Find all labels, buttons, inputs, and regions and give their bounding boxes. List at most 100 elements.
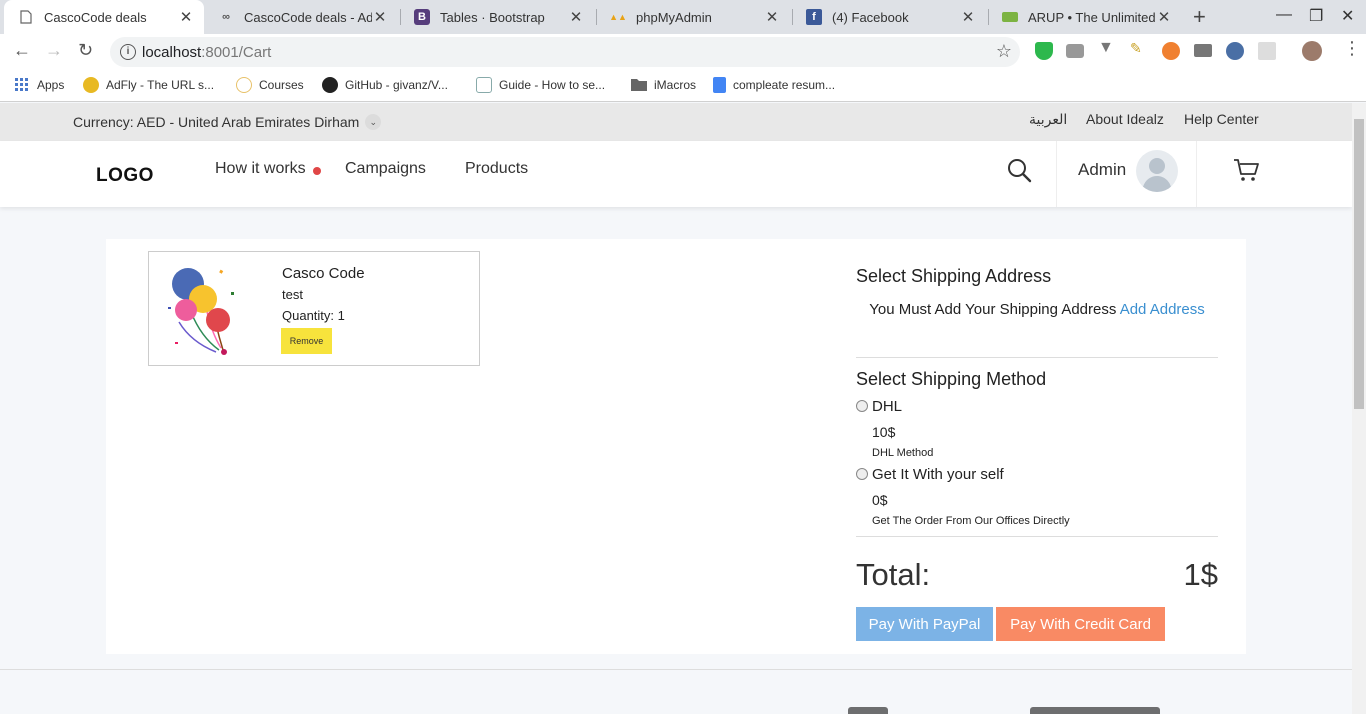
google-docs-icon [713, 77, 726, 93]
profile-avatar[interactable] [1302, 41, 1322, 61]
bookmark-guide[interactable]: Guide - How to se... [476, 77, 605, 93]
vue-extension-icon[interactable]: ▼ [1098, 39, 1116, 57]
option-price: 0$ [872, 492, 888, 508]
shield-extension-icon[interactable] [1035, 42, 1053, 60]
dhl-radio[interactable] [856, 400, 868, 412]
back-icon[interactable]: ← [13, 40, 31, 61]
footer-heading-fragment [1030, 707, 1160, 714]
address-bar[interactable]: i localhost:8001/Cart ☆ [110, 37, 1020, 67]
bookmark-star-icon[interactable]: ☆ [996, 41, 1012, 62]
orange-extension-icon[interactable] [1162, 42, 1180, 60]
remove-button[interactable]: Remove [281, 328, 332, 354]
browser-tab-phpmyadmin[interactable]: ▲▲ phpMyAdmin ✕ [596, 0, 790, 34]
camera-extension-icon[interactable] [1066, 44, 1084, 58]
pay-paypal-button[interactable]: Pay With PayPal [856, 607, 993, 641]
url-host: localhost [142, 44, 202, 61]
footer-heading-fragment [848, 707, 888, 714]
binary-extension-icon[interactable] [1258, 42, 1276, 60]
browser-tabstrip: CascoCode deals ✕ ∞ CascoCode deals - Ad… [0, 0, 1366, 34]
item-name[interactable]: Casco Code [282, 265, 365, 282]
balloons-image [161, 262, 241, 357]
shipping-option-pickup[interactable]: Get It With your self 0$ Get The Order F… [856, 466, 1218, 527]
bookmark-adfly[interactable]: AdFly - The URL s... [83, 77, 214, 93]
close-tab-icon[interactable]: ✕ [764, 8, 780, 26]
folder-icon [631, 77, 647, 93]
option-name: Get It With your self [872, 466, 1004, 483]
apps-grid-icon [14, 77, 30, 93]
pen-extension-icon[interactable]: ✎ [1130, 40, 1148, 58]
address-note: You Must Add Your Shipping Address Add A… [869, 301, 1205, 318]
reload-icon[interactable]: ↻ [78, 40, 93, 61]
help-center-link[interactable]: Help Center [1184, 111, 1259, 127]
play-circle-icon [236, 77, 252, 93]
browser-tab-facebook[interactable]: f (4) Facebook ✕ [792, 0, 986, 34]
monitor-extension-icon[interactable] [1194, 44, 1212, 57]
close-window-icon[interactable]: ✕ [1341, 6, 1354, 26]
cart-icon[interactable] [1232, 156, 1260, 184]
close-tab-icon[interactable]: ✕ [1156, 8, 1172, 26]
minimize-icon[interactable]: — [1276, 6, 1292, 24]
language-link[interactable]: العربية [1029, 111, 1067, 128]
bootstrap-icon: B [414, 9, 430, 25]
github-icon [322, 77, 338, 93]
nav-products[interactable]: Products [465, 160, 528, 178]
browser-tab-cascocode[interactable]: CascoCode deals ✕ [4, 0, 204, 34]
forward-icon[interactable]: → [45, 40, 63, 61]
item-quantity: Quantity: 1 [282, 308, 345, 323]
avatar [1136, 150, 1178, 192]
nav-campaigns[interactable]: Campaigns [345, 160, 426, 178]
chevron-down-icon: ⌄ [365, 114, 382, 130]
facebook-icon: f [806, 9, 822, 25]
pickup-radio[interactable] [856, 468, 868, 480]
bee-icon [83, 77, 99, 93]
restore-icon[interactable]: ❐ [1309, 6, 1323, 26]
site-header: LOGO How it works Campaigns Products Adm… [0, 141, 1352, 207]
bookmark-imacros[interactable]: iMacros [631, 77, 696, 93]
menu-icon[interactable]: ⋮ [1343, 38, 1361, 59]
browser-tab-arup[interactable]: ARUP • The Unlimited ✕ [988, 0, 1182, 34]
guide-icon [476, 77, 492, 93]
scrollbar-thumb[interactable] [1354, 119, 1364, 409]
bookmarks-bar: Apps AdFly - The URL s... Courses GitHub… [0, 70, 1366, 102]
url-path: :8001/Cart [201, 44, 272, 61]
shipping-address-title: Select Shipping Address [856, 266, 1052, 286]
about-link[interactable]: About Idealz [1086, 111, 1164, 127]
total-value: 1$ [1183, 557, 1218, 592]
arup-icon [1002, 12, 1018, 22]
nav-how-it-works[interactable]: How it works [215, 160, 306, 178]
close-tab-icon[interactable]: ✕ [568, 8, 584, 26]
bookmark-github[interactable]: GitHub - givanz/V... [322, 77, 448, 93]
browser-tab-bootstrap[interactable]: B Tables · Bootstrap ✕ [400, 0, 594, 34]
option-description: DHL Method [872, 447, 934, 459]
option-description: Get The Order From Our Offices Directly [872, 515, 1070, 527]
close-tab-icon[interactable]: ✕ [178, 8, 194, 26]
add-address-link[interactable]: Add Address [1120, 301, 1205, 318]
item-description: test [282, 287, 303, 302]
page-scrollbar[interactable] [1352, 103, 1366, 714]
notification-dot [313, 167, 321, 175]
option-name: DHL [872, 398, 903, 415]
bookmark-courses[interactable]: Courses [236, 77, 304, 93]
footer-divider [0, 669, 1352, 670]
total-row: Total: 1$ [856, 557, 1218, 593]
site-logo[interactable]: LOGO [96, 165, 154, 187]
currency-selector[interactable]: Currency: AED - United Arab Emirates Dir… [73, 114, 382, 130]
shipping-method-title: Select Shipping Method [856, 369, 1047, 389]
close-tab-icon[interactable]: ✕ [960, 8, 976, 26]
shipping-option-dhl[interactable]: DHL 10$ DHL Method [856, 398, 1218, 459]
pay-card-button[interactable]: Pay With Credit Card [996, 607, 1165, 641]
close-tab-icon[interactable]: ✕ [372, 8, 388, 26]
infinity-icon: ∞ [222, 11, 230, 23]
info-icon[interactable]: i [120, 44, 136, 60]
bookmark-apps[interactable]: Apps [14, 77, 64, 93]
phpmyadmin-icon: ▲▲ [609, 12, 627, 22]
browser-toolbar: ← → ↻ i localhost:8001/Cart ☆ ▼ ✎ ⋮ [0, 34, 1366, 70]
bookmark-resume[interactable]: compleate resum... [713, 77, 835, 93]
total-label: Total: [856, 557, 931, 592]
browser-tab-admin[interactable]: ∞ CascoCode deals - Adm ✕ [204, 0, 398, 34]
search-icon[interactable] [1006, 157, 1032, 183]
user-menu[interactable]: Admin [1056, 141, 1197, 207]
user-name: Admin [1078, 160, 1127, 179]
new-tab-icon[interactable]: + [1193, 4, 1206, 30]
cursor-extension-icon[interactable] [1226, 42, 1244, 60]
